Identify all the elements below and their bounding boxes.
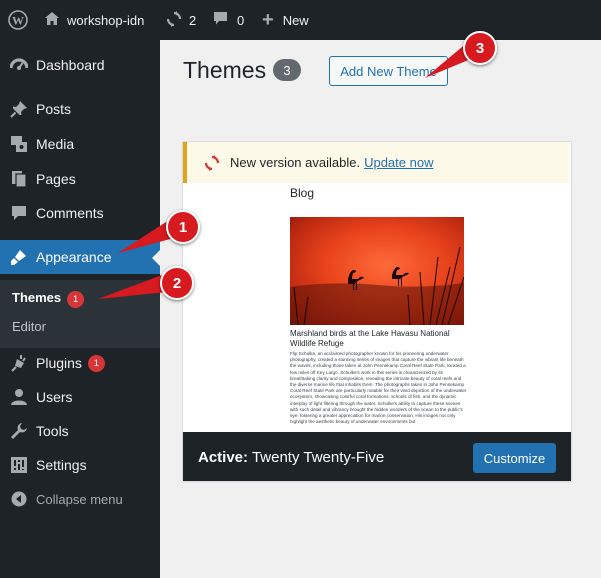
annotation-pointers xyxy=(98,42,478,299)
callout-3: 3 xyxy=(463,31,497,65)
callout-1: 1 xyxy=(166,210,200,244)
callout-2: 2 xyxy=(160,266,194,300)
